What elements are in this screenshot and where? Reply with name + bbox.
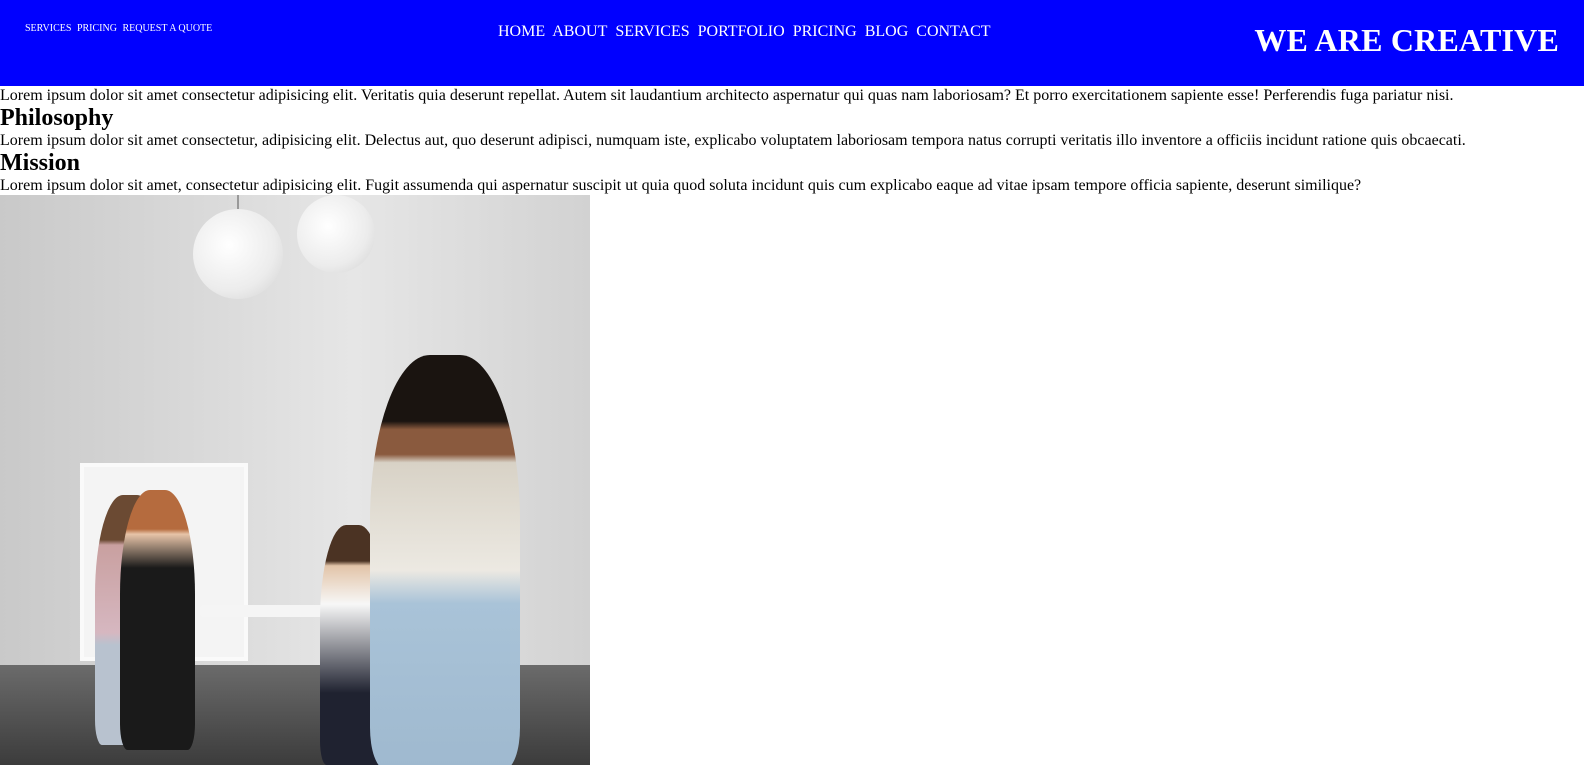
browser-viewport: SERVICES PRICING REQUEST A QUOTE HOME AB… — [0, 0, 1593, 765]
office-photo — [0, 195, 590, 765]
web-page: SERVICES PRICING REQUEST A QUOTE HOME AB… — [0, 0, 1584, 765]
brand-title: WE ARE CREATIVE — [1254, 22, 1559, 58]
seated-woman — [120, 490, 195, 750]
nav-pricing[interactable]: PRICING — [793, 23, 857, 40]
main-content: Lorem ipsum dolor sit amet consectetur a… — [0, 86, 1584, 765]
pendant-lamp — [193, 209, 283, 299]
top-link-request-quote[interactable]: REQUEST A QUOTE — [122, 23, 212, 34]
top-links: SERVICES PRICING REQUEST A QUOTE — [25, 23, 215, 34]
site-header: SERVICES PRICING REQUEST A QUOTE HOME AB… — [0, 0, 1584, 86]
standing-woman — [370, 355, 520, 765]
intro-paragraph: Lorem ipsum dolor sit amet consectetur a… — [0, 87, 1454, 104]
nav-blog[interactable]: BLOG — [865, 23, 909, 40]
nav-home[interactable]: HOME — [498, 23, 545, 40]
philosophy-paragraph: Lorem ipsum dolor sit amet consectetur, … — [0, 132, 1466, 149]
nav-services[interactable]: SERVICES — [615, 23, 689, 40]
mission-paragraph: Lorem ipsum dolor sit amet, consectetur … — [0, 177, 1362, 194]
pendant-lamp — [297, 195, 375, 273]
nav-contact[interactable]: CONTACT — [916, 23, 990, 40]
top-link-pricing[interactable]: PRICING — [77, 23, 117, 34]
philosophy-heading: Philosophy — [0, 105, 114, 131]
main-nav: HOME ABOUT SERVICES PORTFOLIO PRICING BL… — [498, 23, 995, 41]
mission-heading: Mission — [0, 150, 81, 176]
top-link-services[interactable]: SERVICES — [25, 23, 71, 34]
nav-about[interactable]: ABOUT — [552, 23, 607, 40]
nav-portfolio[interactable]: PORTFOLIO — [698, 23, 785, 40]
